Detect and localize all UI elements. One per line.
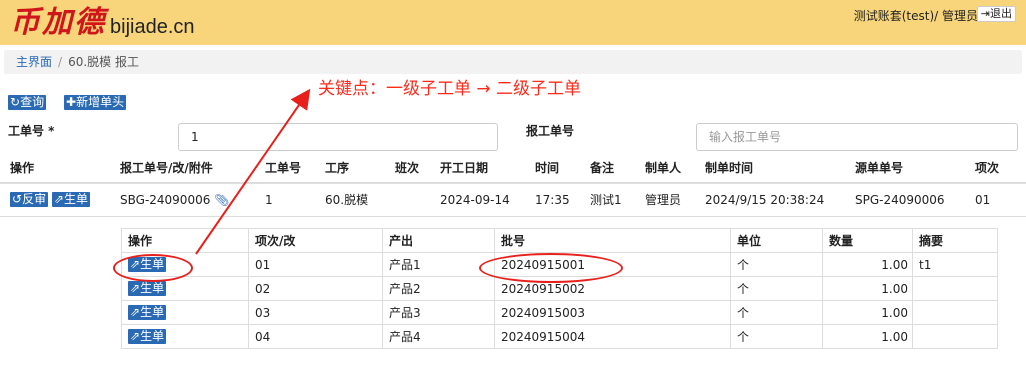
- annotation-arrow: [195, 88, 311, 255]
